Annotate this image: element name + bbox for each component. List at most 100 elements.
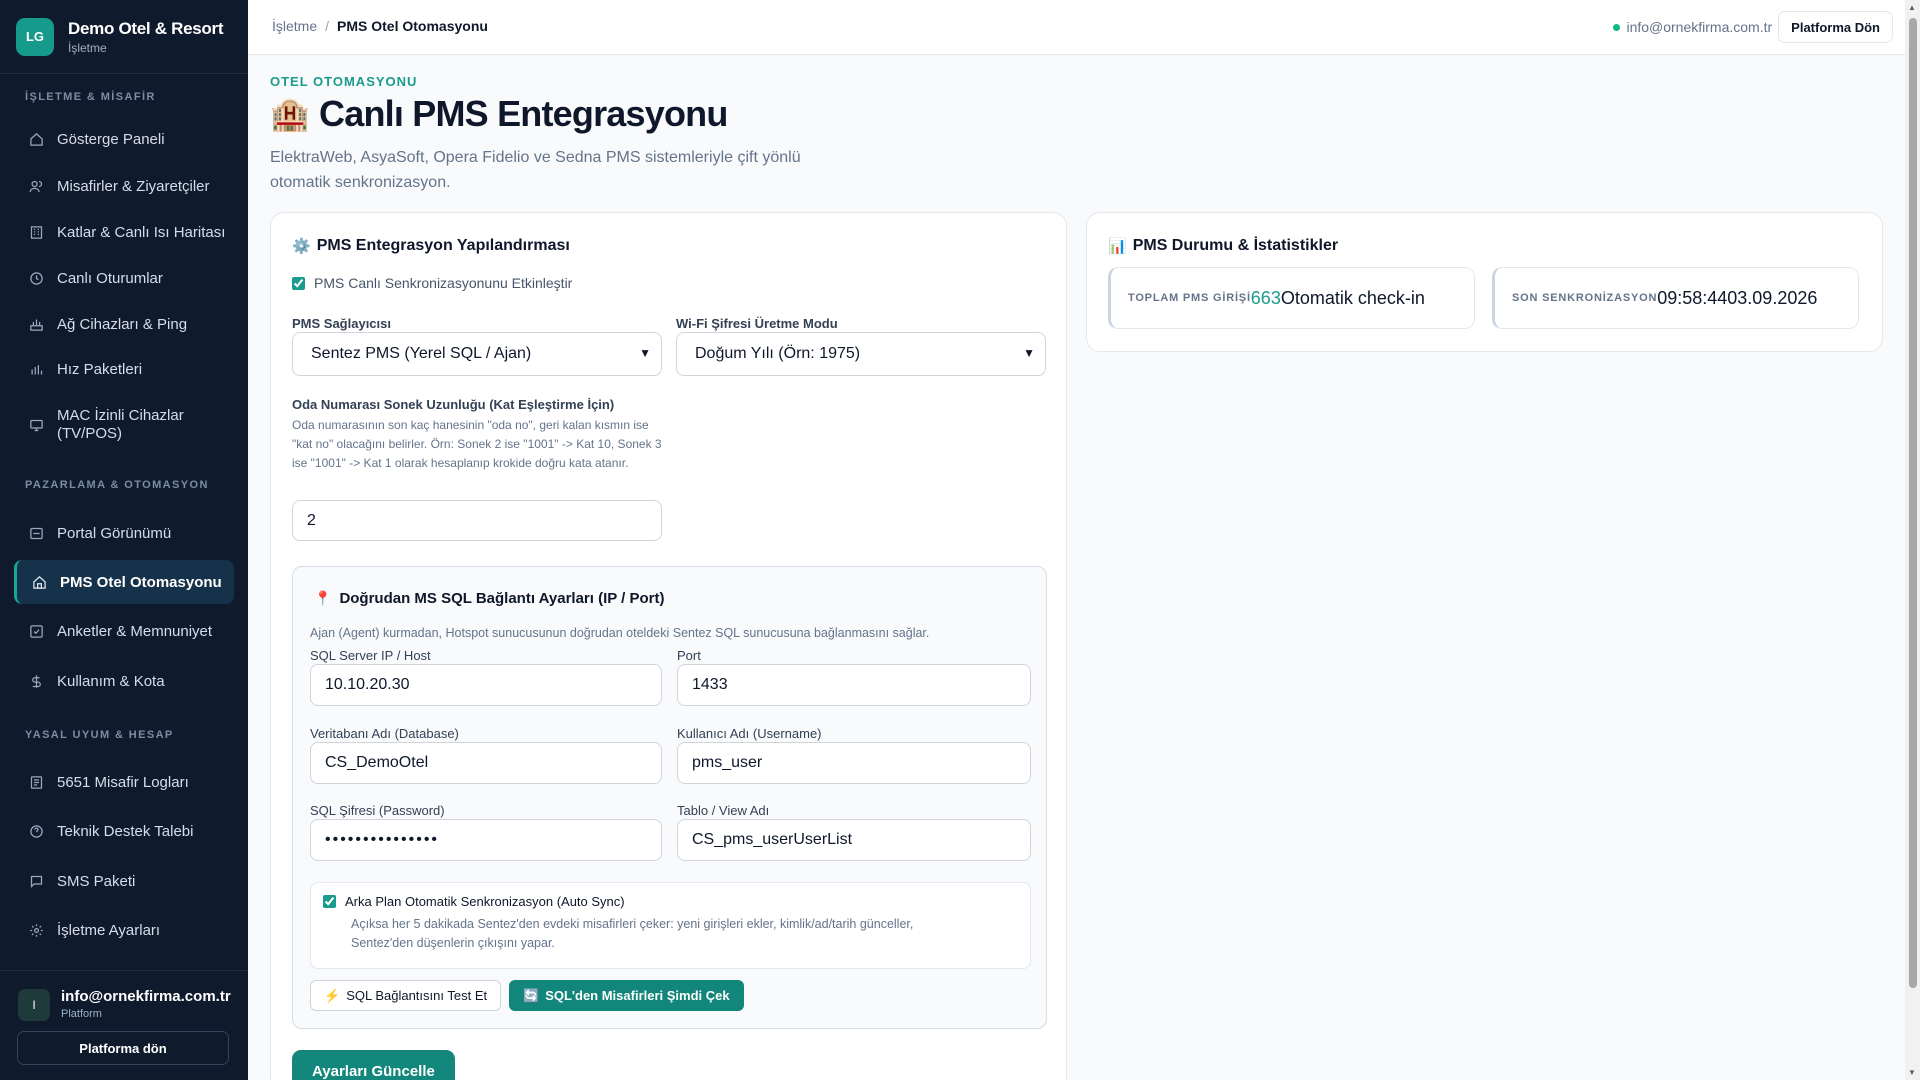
dollar-icon bbox=[27, 672, 45, 690]
sidebar-item-speed[interactable]: Hız Paketleri bbox=[14, 351, 234, 387]
breadcrumb-item[interactable]: İşletme bbox=[272, 18, 317, 34]
sidebar-footer: I info@ornekfirma.com.tr Platform Platfo… bbox=[0, 970, 248, 1080]
back-to-platform-button[interactable]: Platforma dön bbox=[17, 1031, 229, 1065]
sidebar-item-settings[interactable]: İşletme Ayarları bbox=[14, 912, 234, 948]
provider-select-value: Sentez PMS (Yerel SQL / Ajan) bbox=[311, 345, 532, 362]
sidebar-item-pms[interactable]: PMS Otel Otomasyonu bbox=[14, 560, 234, 604]
suffix-input-value: 2 bbox=[307, 511, 316, 529]
platform-return-button[interactable]: Platforma Dön bbox=[1778, 11, 1893, 43]
autosync-checkbox[interactable] bbox=[323, 895, 336, 908]
sidebar-item-label: PMS Otel Otomasyonu bbox=[60, 573, 222, 591]
sidebar-item-dashboard[interactable]: Gösterge Paneli bbox=[14, 121, 234, 157]
page-scrollbar[interactable]: ▲ ▼ bbox=[1905, 0, 1920, 1080]
chevron-down-icon: ▼ bbox=[1023, 346, 1035, 360]
sidebar-item-support[interactable]: Teknik Destek Talebi bbox=[14, 813, 234, 849]
sidebar-item-label: SMS Paketi bbox=[57, 872, 136, 890]
config-card-title: ⚙️ PMS Entegrasyon Yapılandırması bbox=[292, 237, 570, 255]
users-icon bbox=[27, 177, 45, 195]
sidebar-item-label: Kullanım & Kota bbox=[57, 672, 165, 690]
sidebar-item-guests[interactable]: Misafirler & Ziyaretçiler bbox=[14, 168, 234, 204]
brand-logo: LG bbox=[16, 17, 54, 56]
sidebar-item-sessions[interactable]: Canlı Oturumlar bbox=[14, 260, 234, 296]
chevron-down-icon: ▼ bbox=[639, 346, 651, 360]
sidebar-item-label: 5651 Misafir Logları bbox=[57, 773, 189, 791]
sql-db-value: CS_DemoOtel bbox=[325, 754, 429, 771]
sidebar-item-quota[interactable]: Kullanım & Kota bbox=[14, 663, 234, 699]
brand-name: Demo Otel & Resort bbox=[68, 18, 224, 38]
wifi-mode-label: Wi-Fi Şifresi Üretme Modu bbox=[676, 316, 838, 331]
building-icon bbox=[27, 223, 45, 241]
enable-sync-label: PMS Canlı Senkronizasyonunu Etkinleştir bbox=[314, 275, 573, 291]
clock-icon bbox=[27, 269, 45, 287]
scroll-down-icon[interactable]: ▼ bbox=[1908, 1068, 1916, 1077]
suffix-input[interactable]: 2 bbox=[292, 500, 662, 541]
sidebar-item-label: Hız Paketleri bbox=[57, 360, 143, 378]
sql-db-label: Veritabanı Adı (Database) bbox=[310, 726, 459, 741]
sql-table-value: CS_pms_userUserList bbox=[692, 831, 853, 848]
pms-status-card: 📊 PMS Durumu & İstatistikler TOPLAM PMS … bbox=[1086, 212, 1883, 352]
breadcrumb-separator: / bbox=[325, 18, 330, 34]
bars-icon bbox=[27, 360, 45, 378]
sql-pass-input[interactable]: ••••••••••••••• bbox=[310, 819, 662, 861]
main-content: OTEL OTOMASYONU 🏨 Canlı PMS Entegrasyonu… bbox=[270, 55, 1905, 1080]
hotel-icon bbox=[30, 573, 48, 591]
sidebar-item-label: Katlar & Canlı Isı Haritası bbox=[57, 223, 226, 241]
enable-sync-checkbox-row[interactable]: PMS Canlı Senkronizasyonunu Etkinleştir bbox=[292, 275, 572, 291]
wifi-mode-select[interactable]: Doğum Yılı (Örn: 1975) ▼ bbox=[676, 332, 1046, 376]
provider-select[interactable]: Sentez PMS (Yerel SQL / Ajan) ▼ bbox=[292, 332, 662, 376]
sidebar-item-label: Canlı Oturumlar bbox=[57, 269, 163, 287]
sidebar-item-floors[interactable]: Katlar & Canlı Isı Haritası bbox=[14, 214, 234, 250]
sql-user-input[interactable]: pms_user bbox=[677, 742, 1031, 784]
page-title: 🏨 Canlı PMS Entegrasyonu bbox=[270, 93, 728, 135]
stat-total-pms: TOPLAM PMS GİRİŞİ 663 Otomatik check-in bbox=[1108, 267, 1475, 329]
sidebar-item-mac[interactable]: MAC İzinli Cihazlar (TV/POS) bbox=[14, 402, 234, 448]
sidebar-item-logs[interactable]: 5651 Misafir Logları bbox=[14, 764, 234, 800]
sidebar-section-label: İŞLETME & MİSAFİR bbox=[25, 91, 156, 103]
help-icon bbox=[27, 822, 45, 840]
sql-host-label: SQL Server IP / Host bbox=[310, 648, 431, 663]
sql-port-input[interactable]: 1433 bbox=[677, 664, 1031, 706]
sql-settings-panel: 📍 Doğrudan MS SQL Bağlantı Ayarları (IP … bbox=[292, 566, 1047, 1029]
sidebar-item-sms[interactable]: SMS Paketi bbox=[14, 863, 234, 899]
enable-sync-checkbox[interactable] bbox=[292, 276, 305, 290]
refresh-icon: 🔄 bbox=[523, 987, 540, 1003]
sql-host-value: 10.10.20.30 bbox=[325, 676, 410, 693]
scroll-up-icon[interactable]: ▲ bbox=[1908, 3, 1916, 12]
sql-description: Ajan (Agent) kurmadan, Hotspot sunucusun… bbox=[310, 626, 930, 640]
gear-icon bbox=[27, 921, 45, 939]
sidebar-item-network[interactable]: Ağ Cihazları & Ping bbox=[14, 306, 234, 342]
sql-db-input[interactable]: CS_DemoOtel bbox=[310, 742, 662, 784]
topbar: İşletme / PMS Otel Otomasyonu info@ornekfi… bbox=[248, 0, 1905, 55]
test-sql-button[interactable]: ⚡ SQL Bağlantısını Test Et bbox=[310, 980, 502, 1011]
autosync-help: Açıksa her 5 dakikada Sentez'den evdeki … bbox=[351, 917, 914, 950]
sidebar-item-label: Teknik Destek Talebi bbox=[57, 822, 194, 840]
stat-total-label: TOPLAM PMS GİRİŞİ bbox=[1128, 292, 1251, 304]
sidebar-item-label: Misafirler & Ziyaretçiler bbox=[57, 177, 210, 195]
network-icon bbox=[27, 315, 45, 333]
test-sql-button-label: SQL Bağlantısını Test Et bbox=[346, 988, 488, 1003]
lightning-icon: ⚡ bbox=[324, 987, 341, 1003]
fetch-guests-button-label: SQL'den Misafirleri Şimdi Çek bbox=[545, 988, 730, 1003]
scrollbar-thumb[interactable] bbox=[1909, 18, 1917, 988]
update-settings-button[interactable]: Ayarları Güncelle bbox=[292, 1050, 455, 1080]
monitor-icon bbox=[27, 416, 45, 434]
sql-table-input[interactable]: CS_pms_userUserList bbox=[677, 819, 1031, 861]
sidebar-item-portal[interactable]: Portal Görünümü bbox=[14, 515, 234, 551]
sidebar-item-label: Gösterge Paneli bbox=[57, 130, 165, 148]
fetch-guests-button[interactable]: 🔄 SQL'den Misafirleri Şimdi Çek bbox=[509, 980, 744, 1011]
sidebar-item-surveys[interactable]: Anketler & Memnuniyet bbox=[14, 613, 234, 649]
autosync-checkbox-row[interactable]: Arka Plan Otomatik Senkronizasyon (Auto … bbox=[323, 894, 625, 909]
sql-pass-value: ••••••••••••••• bbox=[325, 831, 440, 848]
autosync-box: Arka Plan Otomatik Senkronizasyon (Auto … bbox=[310, 882, 1031, 969]
sql-host-input[interactable]: 10.10.20.30 bbox=[310, 664, 662, 706]
chart-icon: 📊 bbox=[1108, 238, 1127, 255]
brand: LG Demo Otel & Resort İşletme bbox=[0, 0, 248, 74]
layout-icon bbox=[27, 524, 45, 542]
pin-icon: 📍 bbox=[314, 590, 332, 606]
sidebar-item-label: Ağ Cihazları & Ping bbox=[57, 315, 188, 333]
home-icon bbox=[27, 130, 45, 148]
wifi-mode-select-value: Doğum Yılı (Örn: 1975) bbox=[695, 345, 861, 362]
sql-port-value: 1433 bbox=[692, 676, 728, 693]
sql-user-label: Kullanıcı Adı (Username) bbox=[677, 726, 822, 741]
topbar-email: info@ornekfirma.com.tr bbox=[1626, 19, 1773, 35]
